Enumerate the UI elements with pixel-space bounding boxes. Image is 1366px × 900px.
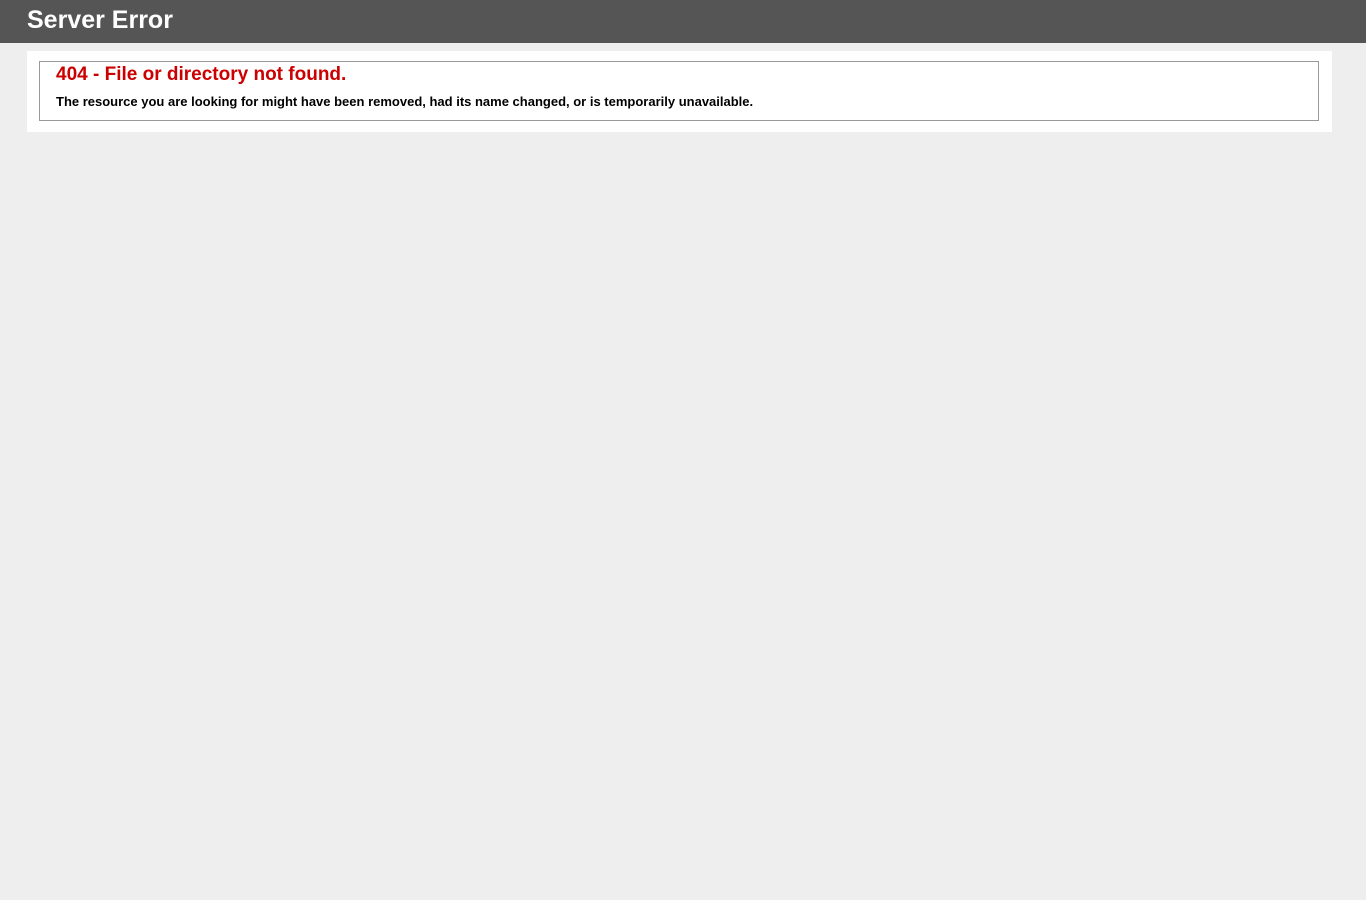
content-panel: 404 - File or directory not found. The r… — [27, 51, 1332, 132]
page-title: Server Error — [27, 6, 173, 34]
error-box: 404 - File or directory not found. The r… — [39, 61, 1319, 121]
header-bar: Server Error — [0, 0, 1366, 43]
error-heading: 404 - File or directory not found. — [56, 64, 347, 85]
error-message: The resource you are looking for might h… — [56, 94, 754, 109]
